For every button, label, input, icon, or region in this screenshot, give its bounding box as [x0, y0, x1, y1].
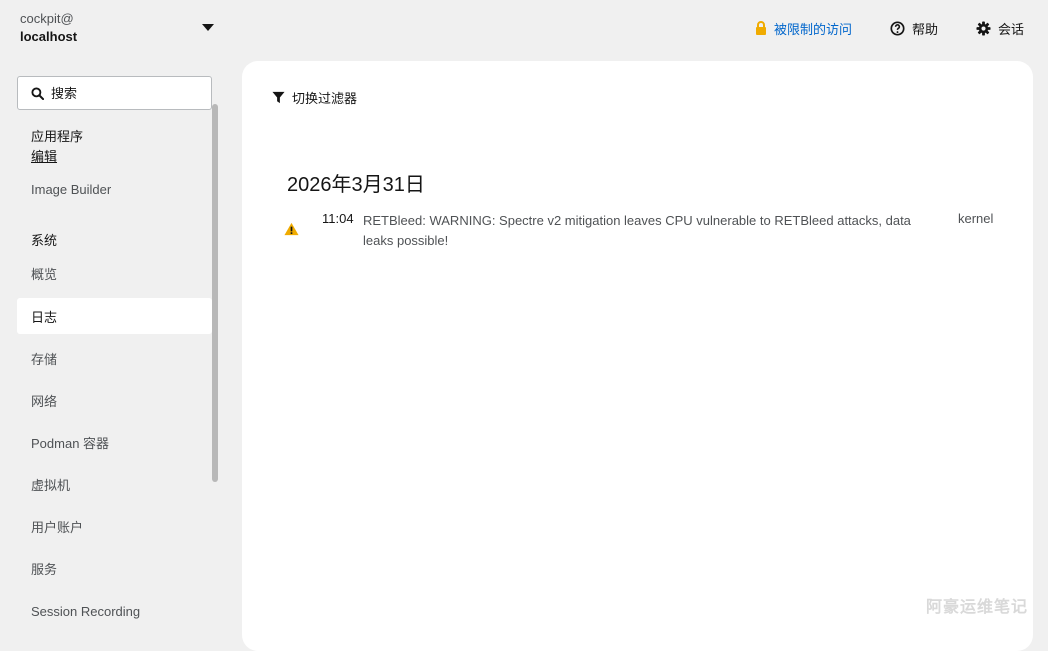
apps-heading: 应用程序 [31, 126, 83, 145]
sidebar-item-vms[interactable]: 虚拟机 [17, 466, 212, 502]
session-label: 会话 [998, 19, 1024, 38]
sidebar-search[interactable] [17, 76, 212, 110]
sidebar-item-podman[interactable]: Podman 容器 [17, 424, 212, 460]
limited-access-label: 被限制的访问 [774, 19, 852, 38]
sidebar-scrollbar[interactable] [212, 104, 218, 482]
date-heading: 2026年3月31日 [287, 168, 425, 197]
sidebar-item-services[interactable]: 服务 [17, 550, 212, 586]
session-button[interactable]: 会话 [976, 19, 1024, 38]
log-entry-time: 11:04 [322, 211, 354, 226]
help-button[interactable]: 帮助 [890, 19, 938, 38]
system-heading: 系统 [31, 230, 57, 249]
host-name: localhost [20, 27, 220, 46]
sidebar-item-accounts[interactable]: 用户账户 [17, 508, 212, 544]
watermark: 阿豪运维笔记 [926, 593, 1028, 617]
logs-card: 切换过滤器 2026年3月31日 11:04 RETBleed: WARNING… [242, 61, 1033, 651]
warning-icon [284, 222, 299, 236]
search-icon [31, 87, 44, 100]
log-entry-message: RETBleed: WARNING: Spectre v2 mitigation… [363, 211, 933, 251]
sidebar-item-overview[interactable]: 概览 [17, 255, 212, 291]
search-input[interactable] [51, 86, 191, 101]
gear-icon [976, 21, 991, 36]
sidebar-item-session-recording[interactable]: Session Recording [17, 593, 212, 629]
help-icon [890, 21, 905, 36]
sidebar-item-network[interactable]: 网络 [17, 382, 212, 418]
toggle-filters-label: 切换过滤器 [292, 88, 357, 107]
toggle-filters-button[interactable]: 切换过滤器 [272, 88, 357, 107]
sidebar-item-logs[interactable]: 日志 [17, 298, 212, 334]
lock-icon [755, 21, 767, 35]
host-user: cockpit@ [20, 10, 220, 27]
log-entry-row[interactable]: 11:04 RETBleed: WARNING: Spectre v2 miti… [282, 208, 1002, 252]
sidebar-item-image-builder[interactable]: Image Builder [17, 171, 212, 207]
edit-link[interactable]: 编辑 [31, 146, 57, 165]
caret-down-icon [202, 24, 214, 31]
filter-icon [272, 91, 285, 104]
help-label: 帮助 [912, 19, 938, 38]
sidebar-item-storage[interactable]: 存储 [17, 340, 212, 376]
topbar-actions: 被限制的访问 帮助 会话 [755, 16, 1024, 40]
log-entry-source: kernel [958, 211, 993, 226]
host-switcher[interactable]: cockpit@ localhost [20, 10, 220, 50]
limited-access-button[interactable]: 被限制的访问 [755, 19, 852, 38]
